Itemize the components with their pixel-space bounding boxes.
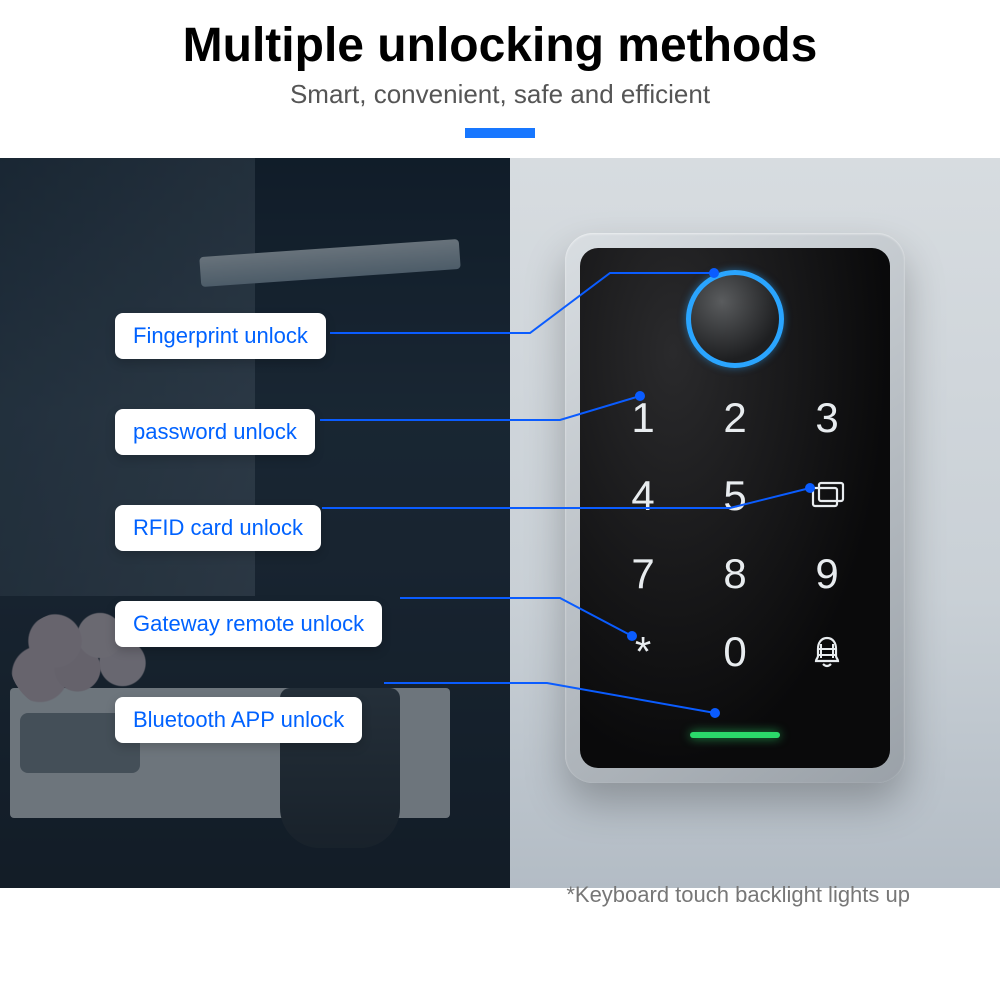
doorbell-hash-icon [807, 632, 847, 672]
accent-bar [465, 128, 535, 138]
main-area: Fingerprint unlock password unlock RFID … [0, 158, 1000, 918]
feature-labels: Fingerprint unlock password unlock RFID … [115, 313, 382, 743]
device-face: 1 2 3 4 5 7 8 9 * 0 [580, 248, 890, 768]
key-8: 8 [694, 544, 776, 604]
keypad: 1 2 3 4 5 7 8 9 * 0 [602, 388, 868, 682]
key-2: 2 [694, 388, 776, 448]
label-fingerprint: Fingerprint unlock [115, 313, 326, 359]
key-3: 3 [786, 388, 868, 448]
keypad-device: 1 2 3 4 5 7 8 9 * 0 [565, 233, 905, 783]
key-0: 0 [694, 622, 776, 682]
header: Multiple unlocking methods Smart, conven… [0, 0, 1000, 138]
key-7: 7 [602, 544, 684, 604]
page-subtitle: Smart, convenient, safe and efficient [0, 79, 1000, 110]
rfid-card-icon [807, 476, 847, 516]
key-4: 4 [602, 466, 684, 526]
key-hash [786, 622, 868, 682]
label-rfid: RFID card unlock [115, 505, 321, 551]
key-6 [786, 466, 868, 526]
key-5: 5 [694, 466, 776, 526]
key-9: 9 [786, 544, 868, 604]
led-indicator [690, 732, 780, 738]
label-bluetooth: Bluetooth APP unlock [115, 697, 362, 743]
page-title: Multiple unlocking methods [0, 18, 1000, 73]
label-password: password unlock [115, 409, 315, 455]
key-star: * [602, 622, 684, 682]
footnote: *Keyboard touch backlight lights up [566, 882, 910, 908]
key-1: 1 [602, 388, 684, 448]
fingerprint-sensor-icon [686, 270, 784, 368]
label-gateway: Gateway remote unlock [115, 601, 382, 647]
